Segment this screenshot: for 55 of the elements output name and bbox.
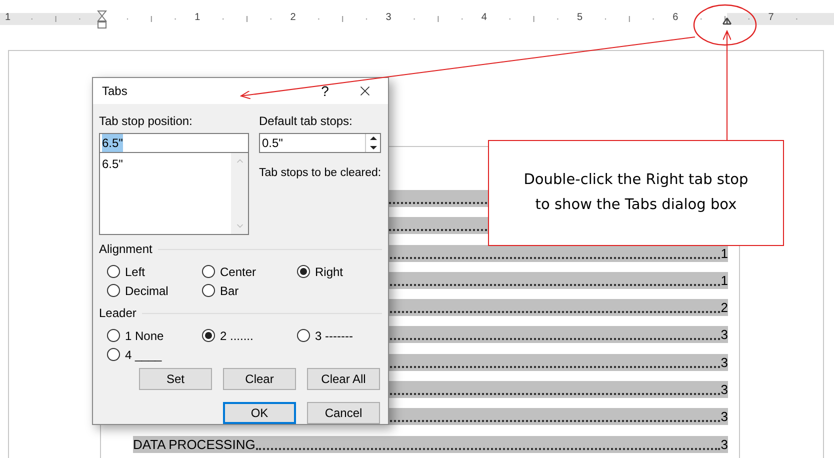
radio-button[interactable] — [297, 265, 310, 278]
indent-marker-icon[interactable] — [97, 10, 107, 30]
radio-option[interactable]: 3 ------- — [297, 326, 387, 345]
ruler-number: 4 — [481, 12, 487, 24]
ruler-number: 5 — [577, 12, 583, 24]
toc-title: DATA PROCESSING — [133, 436, 256, 453]
page-number: 2 — [720, 299, 728, 316]
radio-button[interactable] — [297, 329, 310, 342]
radio-option[interactable]: Decimal — [107, 281, 202, 300]
page-number: 3 — [720, 436, 728, 453]
callout-text: Double-click the Right tab stop to show the Tabs dialog box — [522, 171, 750, 215]
ruler-number: 2 — [290, 12, 296, 24]
radio-option[interactable]: Center — [202, 262, 297, 281]
group-label: Leader — [99, 305, 136, 322]
field-label: Default tab stops: — [259, 113, 354, 128]
radio-button[interactable] — [107, 348, 120, 361]
radio-button[interactable] — [202, 265, 215, 278]
group-label: Alignment — [99, 241, 152, 258]
radio-option[interactable]: Left — [107, 262, 202, 281]
highlight-ellipse — [693, 4, 757, 46]
radio-option[interactable]: 1 None — [107, 326, 202, 345]
tab-stop-list[interactable]: 6.5" — [99, 153, 249, 235]
default-tab-stops-spinbox[interactable]: 0.5" — [259, 133, 381, 153]
ruler-number: 1 — [5, 12, 11, 24]
right-tab-stop-icon[interactable] — [722, 17, 732, 25]
ruler-number: 6 — [672, 12, 678, 24]
page-number: 3 — [720, 381, 728, 398]
page-number: 3 — [720, 326, 728, 344]
radio-option[interactable]: Bar — [202, 281, 297, 300]
radio-button[interactable] — [107, 284, 120, 297]
radio-button[interactable] — [107, 265, 120, 278]
ruler-number: 1 — [194, 12, 200, 24]
page-number: 3 — [720, 354, 728, 371]
help-button[interactable]: ? — [315, 80, 335, 102]
ruler-number: 7 — [768, 12, 774, 24]
radio-option[interactable]: 2 ....... — [202, 326, 297, 345]
dialog-button[interactable]: Cancel — [307, 402, 380, 424]
window-title: Tabs — [102, 83, 128, 100]
radio-button[interactable] — [202, 329, 215, 342]
radio-option[interactable]: Right — [297, 262, 387, 281]
ok-button[interactable]: OK — [223, 402, 296, 424]
ruler-number: 3 — [386, 12, 392, 24]
page-number: 1 — [720, 272, 728, 289]
page-number: 1 — [720, 244, 728, 262]
list-item[interactable]: 6.5" — [102, 155, 229, 173]
dialog-button[interactable]: Clear — [223, 368, 296, 390]
page-number: 3 — [720, 408, 728, 426]
radio-button[interactable] — [202, 284, 215, 297]
radio-option[interactable]: 4 ____ — [107, 345, 202, 364]
dialog-button[interactable]: Clear All — [307, 368, 380, 390]
radio-button[interactable] — [107, 329, 120, 342]
dialog-button[interactable]: Set — [139, 368, 212, 390]
tab-stop-position-field[interactable]: 6.5" — [99, 133, 249, 153]
field-label: Tab stop position: — [99, 113, 194, 128]
field-label: Tab stops to be cleared: — [259, 166, 381, 181]
